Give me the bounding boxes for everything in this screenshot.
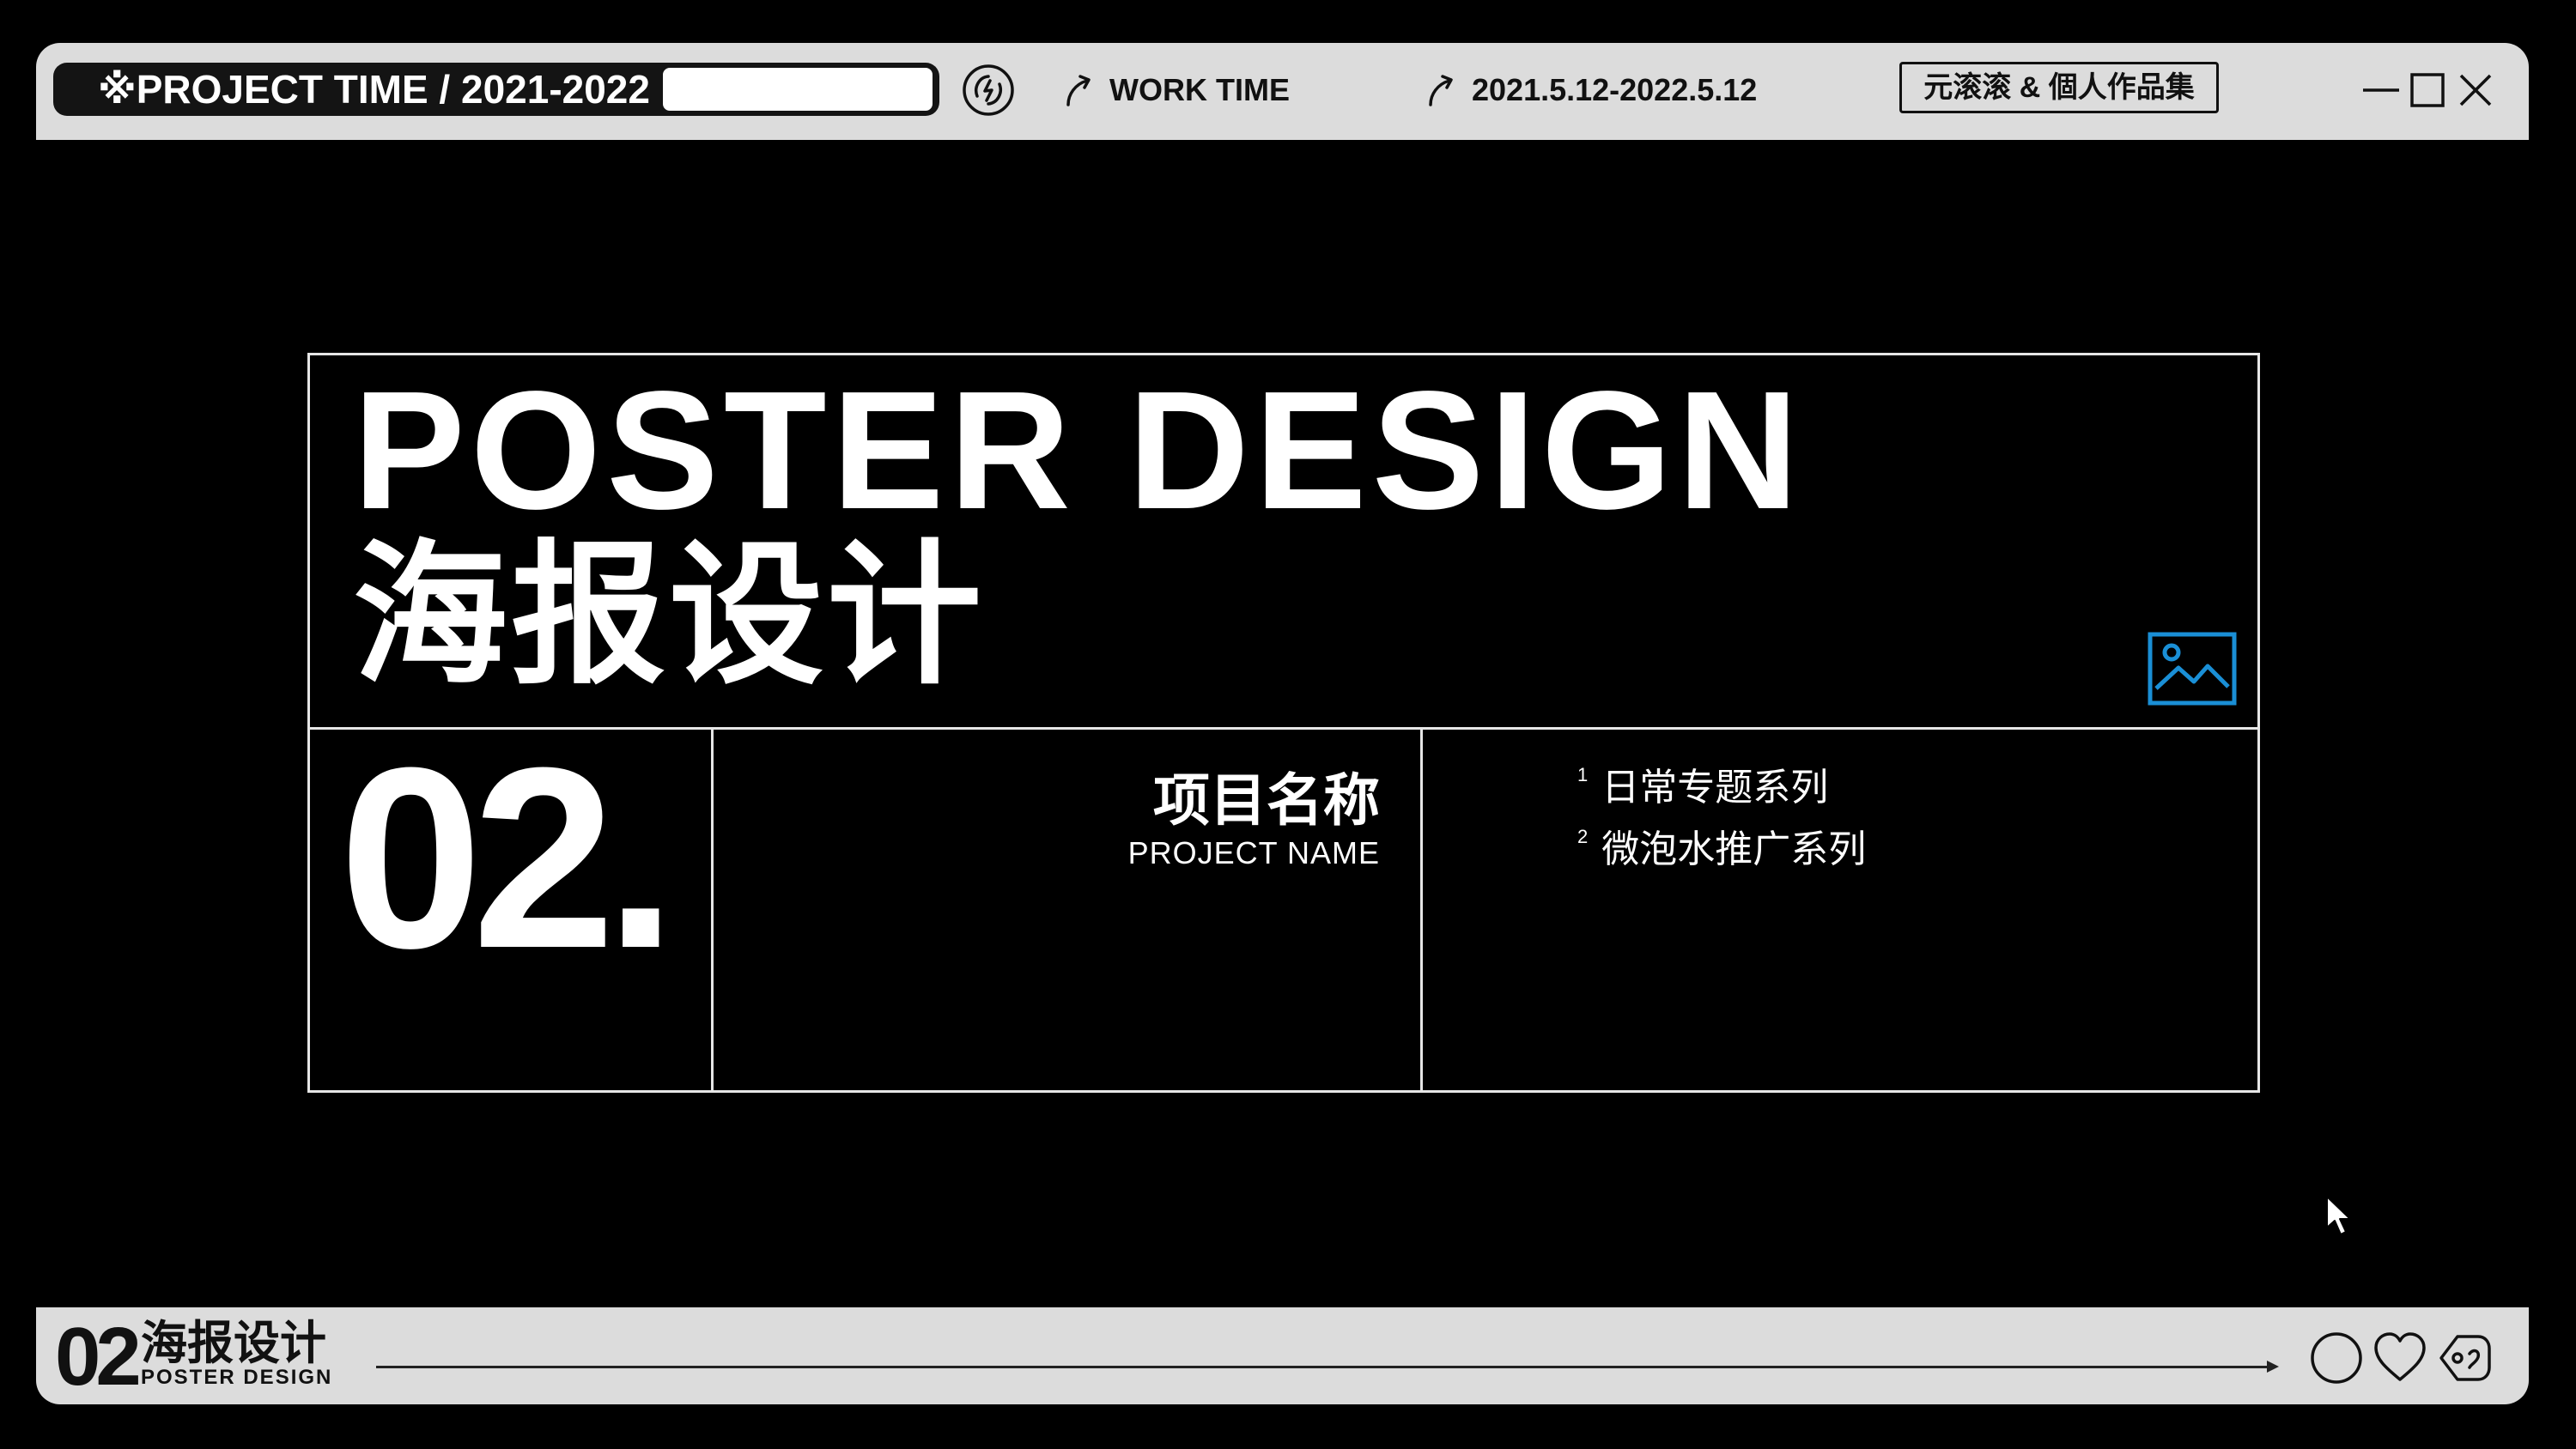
list-item-index: 1 bbox=[1577, 764, 1589, 785]
list-item-label: 日常专题系列 bbox=[1601, 767, 1829, 809]
progress-line bbox=[376, 1361, 2279, 1373]
arrow-up-right-icon bbox=[1429, 75, 1453, 106]
date-range-text: 2021.5.12-2022.5.12 bbox=[1472, 72, 1758, 107]
maximize-icon[interactable] bbox=[2406, 69, 2449, 112]
date-range: 2021.5.12-2022.5.12 bbox=[1425, 69, 1757, 112]
list-item[interactable]: 1 日常专题系列 bbox=[1577, 762, 1866, 824]
frame-divider-vertical bbox=[1420, 730, 1423, 1090]
circle-icon[interactable] bbox=[2308, 1330, 2365, 1386]
arrow-up-right-icon bbox=[1066, 75, 1091, 106]
page-title: POSTER DESIGN bbox=[353, 356, 1804, 544]
section-number: 02. bbox=[339, 713, 677, 1002]
frame-divider-vertical bbox=[711, 730, 714, 1090]
project-name-en: PROJECT NAME bbox=[1127, 835, 1380, 870]
work-time-label: WORK TIME bbox=[1109, 72, 1290, 107]
image-icon[interactable] bbox=[2148, 632, 2237, 706]
window-title-bar: ※PROJECT TIME / 2021-2022 WORK TIME 2021… bbox=[36, 43, 2529, 140]
sync-icon[interactable] bbox=[960, 62, 1017, 118]
footer-title-cn: 海报设计 bbox=[141, 1318, 326, 1369]
tag-icon[interactable] bbox=[2437, 1330, 2494, 1386]
series-list: 1 日常专题系列 2 微泡水推广系列 bbox=[1577, 762, 1866, 886]
list-item[interactable]: 2 微泡水推广系列 bbox=[1577, 824, 1866, 886]
project-input-field[interactable] bbox=[661, 66, 934, 112]
cursor-icon bbox=[2326, 1196, 2351, 1235]
project-time-label: ※PROJECT TIME / 2021-2022 bbox=[98, 67, 650, 112]
work-time: WORK TIME bbox=[1063, 69, 1290, 112]
footer-bar: 02 海报设计 POSTER DESIGN bbox=[36, 1307, 2529, 1404]
minimize-icon[interactable] bbox=[2360, 69, 2403, 112]
poster-frame: POSTER DESIGN 海报设计 02. 项目名称 PROJECT NAME… bbox=[307, 353, 2260, 1093]
footer-title-en: POSTER DESIGN bbox=[141, 1366, 333, 1389]
author-portfolio-button[interactable]: 元滚滚 & 個人作品集 bbox=[1899, 62, 2219, 113]
project-name-cn: 项目名称 bbox=[1153, 768, 1380, 832]
footer-number: 02 bbox=[55, 1311, 142, 1403]
project-time-pill: ※PROJECT TIME / 2021-2022 bbox=[53, 63, 939, 116]
list-item-label: 微泡水推广系列 bbox=[1601, 828, 1867, 870]
close-icon[interactable] bbox=[2454, 69, 2497, 112]
heart-icon[interactable] bbox=[2372, 1330, 2428, 1386]
page-title-cn: 海报设计 bbox=[353, 530, 986, 702]
list-item-index: 2 bbox=[1577, 826, 1589, 847]
